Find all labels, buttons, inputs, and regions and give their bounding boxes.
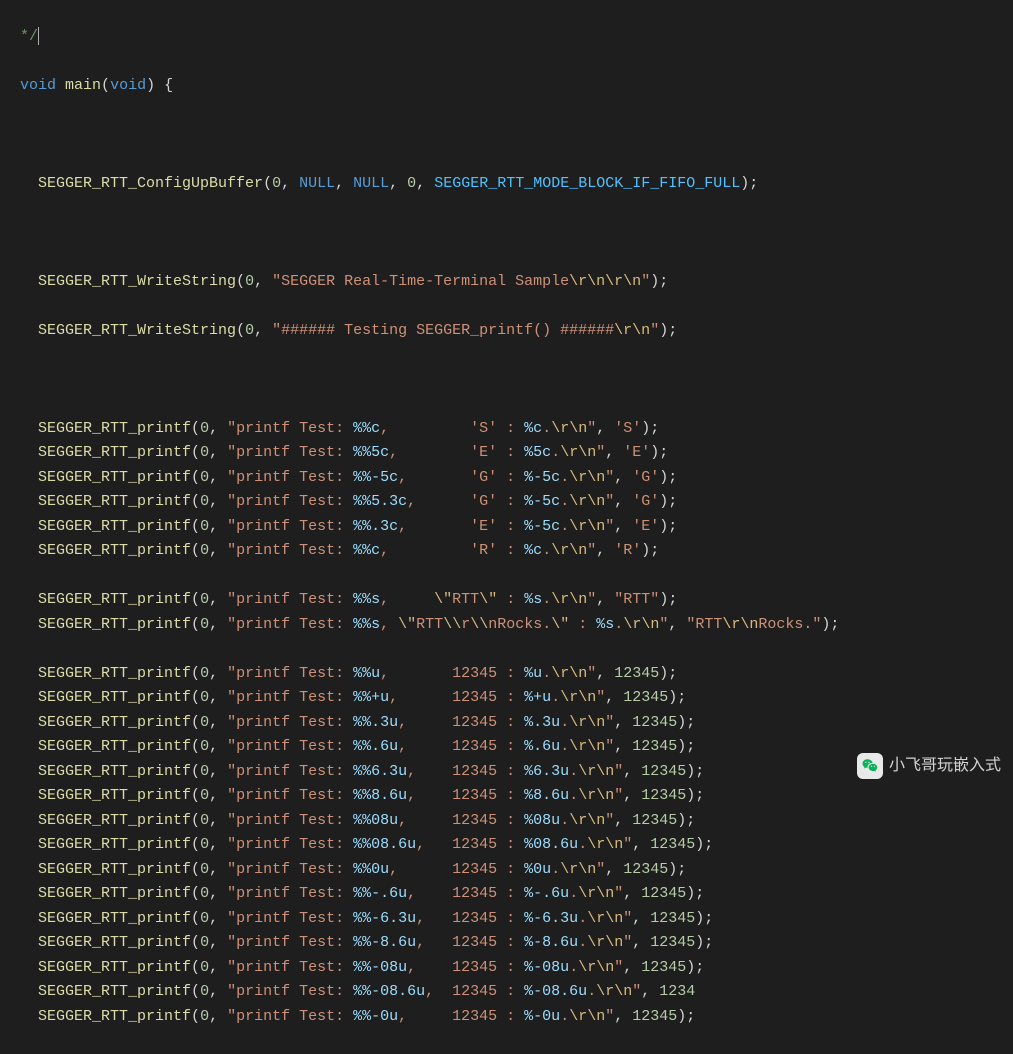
fn-call: SEGGER_RTT_printf: [38, 420, 191, 437]
code-line: */: [20, 25, 1013, 50]
code-line: SEGGER_RTT_WriteString(0, "###### Testin…: [20, 319, 1013, 344]
code-line: SEGGER_RTT_printf(0, "printf Test: %%8.6…: [20, 784, 1013, 809]
code-line: SEGGER_RTT_printf(0, "printf Test: %%s, …: [20, 588, 1013, 613]
blank-line: [20, 637, 1013, 662]
code-line: SEGGER_RTT_printf(0, "printf Test: %%.3u…: [20, 711, 1013, 736]
fn-call: SEGGER_RTT_printf: [38, 1008, 191, 1025]
code-line: SEGGER_RTT_printf(0, "printf Test: %%s, …: [20, 613, 1013, 638]
code-line: SEGGER_RTT_printf(0, "printf Test: %%-08…: [20, 980, 1013, 1005]
code-line: SEGGER_RTT_printf(0, "printf Test: %%0u,…: [20, 858, 1013, 883]
code-line: SEGGER_RTT_printf(0, "printf Test: %%-6.…: [20, 907, 1013, 932]
code-line: SEGGER_RTT_printf(0, "printf Test: %%-5c…: [20, 466, 1013, 491]
code-line: SEGGER_RTT_printf(0, "printf Test: %%-.6…: [20, 882, 1013, 907]
fn-main: main: [65, 77, 101, 94]
code-rows: SEGGER_RTT_printf(0, "printf Test: %%c, …: [20, 417, 1013, 1030]
fn-call: SEGGER_RTT_printf: [38, 934, 191, 951]
code-line: SEGGER_RTT_printf(0, "printf Test: %%-08…: [20, 956, 1013, 981]
text-cursor: [38, 27, 39, 45]
fn-call: SEGGER_RTT_printf: [38, 959, 191, 976]
fn-call: SEGGER_RTT_printf: [38, 787, 191, 804]
fn-call: SEGGER_RTT_printf: [38, 861, 191, 878]
code-line: SEGGER_RTT_printf(0, "printf Test: %%08u…: [20, 809, 1013, 834]
fn-call: SEGGER_RTT_printf: [38, 910, 191, 927]
blank-line: [20, 221, 1013, 246]
fn-call: SEGGER_RTT_ConfigUpBuffer: [38, 175, 263, 192]
fn-call: SEGGER_RTT_printf: [38, 812, 191, 829]
code-line: SEGGER_RTT_printf(0, "printf Test: %%c, …: [20, 417, 1013, 442]
code-line: SEGGER_RTT_printf(0, "printf Test: %%.3c…: [20, 515, 1013, 540]
fn-call: SEGGER_RTT_printf: [38, 836, 191, 853]
fn-call: SEGGER_RTT_printf: [38, 493, 191, 510]
blank-line: [20, 368, 1013, 393]
fn-call: SEGGER_RTT_printf: [38, 518, 191, 535]
code-line: SEGGER_RTT_printf(0, "printf Test: %%u, …: [20, 662, 1013, 687]
fn-call: SEGGER_RTT_printf: [38, 665, 191, 682]
fn-call: SEGGER_RTT_printf: [38, 983, 191, 1000]
fn-call: SEGGER_RTT_printf: [38, 714, 191, 731]
code-line: SEGGER_RTT_printf(0, "printf Test: %%+u,…: [20, 686, 1013, 711]
code-line: SEGGER_RTT_printf(0, "printf Test: %%5c,…: [20, 441, 1013, 466]
fn-call: SEGGER_RTT_printf: [38, 542, 191, 559]
fn-call: SEGGER_RTT_printf: [38, 738, 191, 755]
blank-line: [20, 564, 1013, 589]
fn-call: SEGGER_RTT_printf: [38, 444, 191, 461]
watermark: 小飞哥玩嵌入式: [857, 753, 1001, 779]
blank-line: [20, 123, 1013, 148]
code-editor[interactable]: */ void main(void) { SEGGER_RTT_ConfigUp…: [0, 0, 1013, 1054]
fn-call: SEGGER_RTT_WriteString: [38, 322, 236, 339]
code-line: SEGGER_RTT_ConfigUpBuffer(0, NULL, NULL,…: [20, 172, 1013, 197]
keyword-void: void: [20, 77, 56, 94]
comment-close: */: [20, 28, 38, 45]
code-line: SEGGER_RTT_printf(0, "printf Test: %%c, …: [20, 539, 1013, 564]
wechat-icon: [857, 753, 883, 779]
code-line: SEGGER_RTT_printf(0, "printf Test: %%08.…: [20, 833, 1013, 858]
fn-call: SEGGER_RTT_printf: [38, 763, 191, 780]
fn-call: SEGGER_RTT_printf: [38, 689, 191, 706]
fn-call: SEGGER_RTT_WriteString: [38, 273, 236, 290]
fn-call: SEGGER_RTT_printf: [38, 591, 191, 608]
fn-call: SEGGER_RTT_printf: [38, 885, 191, 902]
code-line: SEGGER_RTT_printf(0, "printf Test: %%-0u…: [20, 1005, 1013, 1030]
keyword-void: void: [110, 77, 146, 94]
code-line: SEGGER_RTT_printf(0, "printf Test: %%-8.…: [20, 931, 1013, 956]
watermark-text: 小飞哥玩嵌入式: [889, 754, 1001, 779]
code-line: SEGGER_RTT_printf(0, "printf Test: %%5.3…: [20, 490, 1013, 515]
macro-const: SEGGER_RTT_MODE_BLOCK_IF_FIFO_FULL: [434, 175, 740, 192]
fn-call: SEGGER_RTT_printf: [38, 469, 191, 486]
code-line: void main(void) {: [20, 74, 1013, 99]
fn-call: SEGGER_RTT_printf: [38, 616, 191, 633]
code-line: SEGGER_RTT_WriteString(0, "SEGGER Real-T…: [20, 270, 1013, 295]
